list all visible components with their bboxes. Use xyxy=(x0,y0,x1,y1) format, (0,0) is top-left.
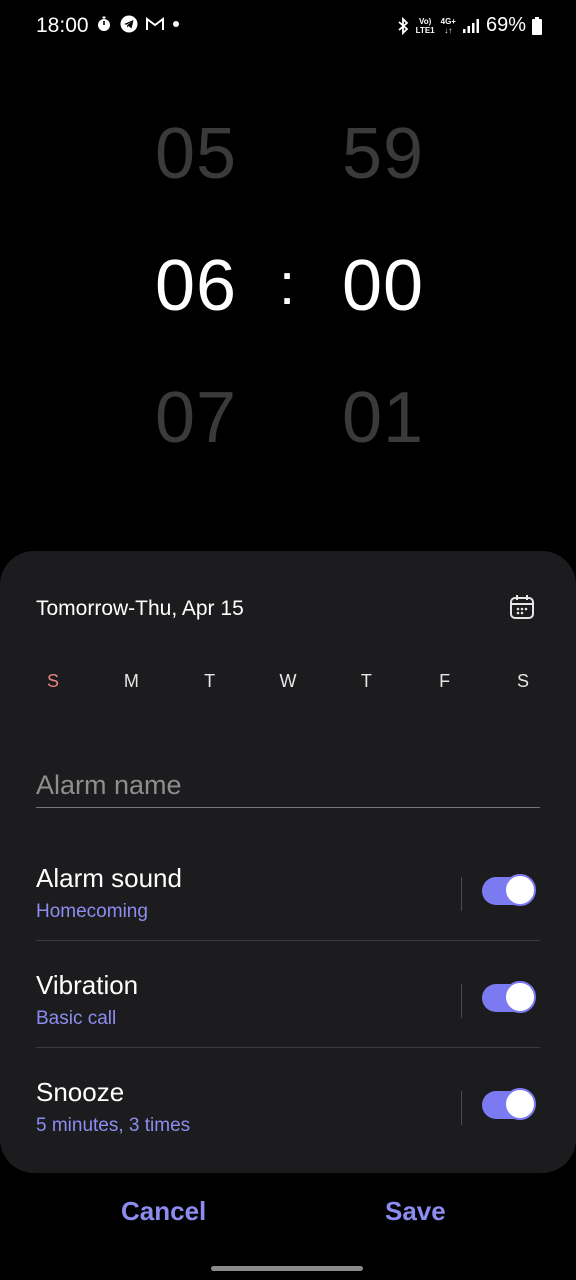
home-indicator[interactable] xyxy=(211,1266,363,1271)
alarm-sound-value: Homecoming xyxy=(36,901,148,922)
telegram-icon xyxy=(120,15,138,33)
alarm-sound-title: Alarm sound xyxy=(36,863,182,893)
bluetooth-icon xyxy=(398,16,408,35)
divider xyxy=(461,877,462,911)
day-saturday[interactable]: S xyxy=(484,671,562,692)
minute-prev[interactable]: 59 xyxy=(342,118,424,190)
gmail-icon xyxy=(146,17,164,30)
save-button[interactable]: Save xyxy=(385,1196,446,1227)
divider xyxy=(461,984,462,1018)
hour-current[interactable]: 06 xyxy=(155,250,237,322)
repeat-days: S M T W T F S xyxy=(14,671,562,692)
snooze-title: Snooze xyxy=(36,1077,125,1107)
alarm-date-label: Tomorrow-Thu, Apr 15 xyxy=(36,597,244,620)
alarm-settings-sheet: Tomorrow-Thu, Apr 15 S M T W T F S Alarm… xyxy=(0,551,576,1173)
snooze-toggle[interactable] xyxy=(482,1088,536,1120)
calendar-button[interactable] xyxy=(508,593,536,621)
time-separator: : xyxy=(279,252,296,317)
vibration-toggle[interactable] xyxy=(482,981,536,1013)
day-sunday[interactable]: S xyxy=(14,671,92,692)
stopwatch-icon xyxy=(98,16,110,31)
calendar-icon xyxy=(510,595,534,619)
hour-next[interactable]: 07 xyxy=(155,382,237,454)
divider xyxy=(36,940,540,941)
minute-next[interactable]: 01 xyxy=(342,382,424,454)
minute-current[interactable]: 00 xyxy=(342,250,424,322)
time-picker: 05 06 07 : 59 00 01 xyxy=(0,100,576,540)
alarm-sound-toggle[interactable] xyxy=(482,874,536,906)
day-wednesday[interactable]: W xyxy=(249,671,327,692)
toggle-knob xyxy=(504,981,536,1013)
system-status-icons: Vo) LTE1 4G+ ↓↑ 69% xyxy=(396,14,542,37)
snooze-setting[interactable]: Snooze 5 minutes, 3 times xyxy=(36,1059,540,1165)
alarm-sound-setting[interactable]: Alarm sound Homecoming xyxy=(36,845,540,951)
cancel-button[interactable]: Cancel xyxy=(121,1196,206,1227)
vibration-setting[interactable]: Vibration Basic call xyxy=(36,952,540,1058)
vibration-title: Vibration xyxy=(36,970,139,1000)
divider xyxy=(36,1047,540,1048)
status-time: 18:00 xyxy=(36,14,89,37)
alarm-name-field-container xyxy=(36,767,540,808)
status-bar: 18:00 Vo) LTE1 4G+ ↓↑ 69% xyxy=(0,0,576,52)
toggle-knob xyxy=(504,1088,536,1120)
day-monday[interactable]: M xyxy=(92,671,170,692)
volte-indicator: Vo) LTE1 xyxy=(415,16,435,35)
snooze-value: 5 minutes, 3 times xyxy=(36,1115,191,1136)
battery-icon xyxy=(532,16,542,35)
divider xyxy=(461,1091,462,1125)
action-bar: Cancel Save xyxy=(0,1196,576,1240)
day-tuesday[interactable]: T xyxy=(171,671,249,692)
day-thursday[interactable]: T xyxy=(327,671,405,692)
battery-percentage: 69% xyxy=(485,14,526,36)
notification-icons xyxy=(96,15,180,33)
more-notifications-dot-icon xyxy=(173,21,179,27)
alarm-name-input[interactable] xyxy=(36,767,540,803)
network-type-indicator: 4G+ ↓↑ xyxy=(440,16,456,35)
signal-strength-icon xyxy=(462,18,479,33)
day-friday[interactable]: F xyxy=(406,671,484,692)
toggle-knob xyxy=(504,874,536,906)
hour-prev[interactable]: 05 xyxy=(155,118,237,190)
vibration-value: Basic call xyxy=(36,1008,117,1029)
